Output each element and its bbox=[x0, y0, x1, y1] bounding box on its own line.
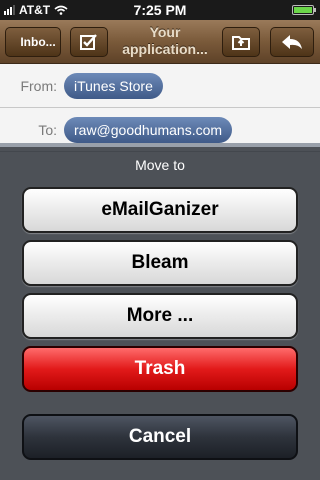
button-label: More ... bbox=[126, 305, 194, 326]
to-address-pill[interactable]: raw@goodhumans.com bbox=[64, 117, 233, 143]
clock: 7:25 PM bbox=[133, 2, 187, 18]
action-sheet-edge bbox=[0, 143, 320, 147]
move-to-emailganizer-button[interactable]: eMailGanizer bbox=[22, 187, 298, 233]
back-button-label: Inbo... bbox=[20, 35, 56, 49]
button-label: eMailGanizer bbox=[101, 199, 219, 220]
title-line-1: Your bbox=[149, 24, 181, 40]
folder-move-icon bbox=[232, 36, 250, 50]
more-folders-button[interactable]: More ... bbox=[22, 293, 298, 339]
from-label: From: bbox=[20, 78, 57, 94]
title-line-2: application... bbox=[122, 41, 208, 57]
to-label: To: bbox=[38, 122, 57, 138]
button-label: Cancel bbox=[128, 426, 192, 447]
from-row: From: iTunes Store bbox=[0, 64, 320, 108]
from-address-pill[interactable]: iTunes Store bbox=[64, 73, 163, 99]
checkbox-edit-icon bbox=[80, 34, 97, 50]
page-title: Your application... bbox=[115, 24, 215, 58]
action-sheet: Move to eMailGanizer Bleam More ... Tras… bbox=[0, 143, 320, 480]
button-label: Bleam bbox=[131, 252, 189, 273]
status-bar: AT&T 7:25 PM bbox=[0, 0, 320, 20]
compose-checkbox-button[interactable] bbox=[70, 27, 108, 57]
button-label: Trash bbox=[134, 358, 186, 379]
cancel-button[interactable]: Cancel bbox=[22, 414, 298, 460]
battery-icon bbox=[292, 5, 316, 15]
move-folder-button[interactable] bbox=[222, 27, 260, 57]
reply-arrow-icon bbox=[282, 35, 302, 49]
move-to-bleam-button[interactable]: Bleam bbox=[22, 240, 298, 286]
inbox-back-button[interactable]: Inbo... bbox=[5, 27, 61, 57]
trash-button[interactable]: Trash bbox=[22, 346, 298, 392]
reply-button[interactable] bbox=[270, 27, 314, 57]
nav-bar: Inbo... Your application... bbox=[0, 20, 320, 64]
action-sheet-title: Move to bbox=[135, 157, 185, 173]
